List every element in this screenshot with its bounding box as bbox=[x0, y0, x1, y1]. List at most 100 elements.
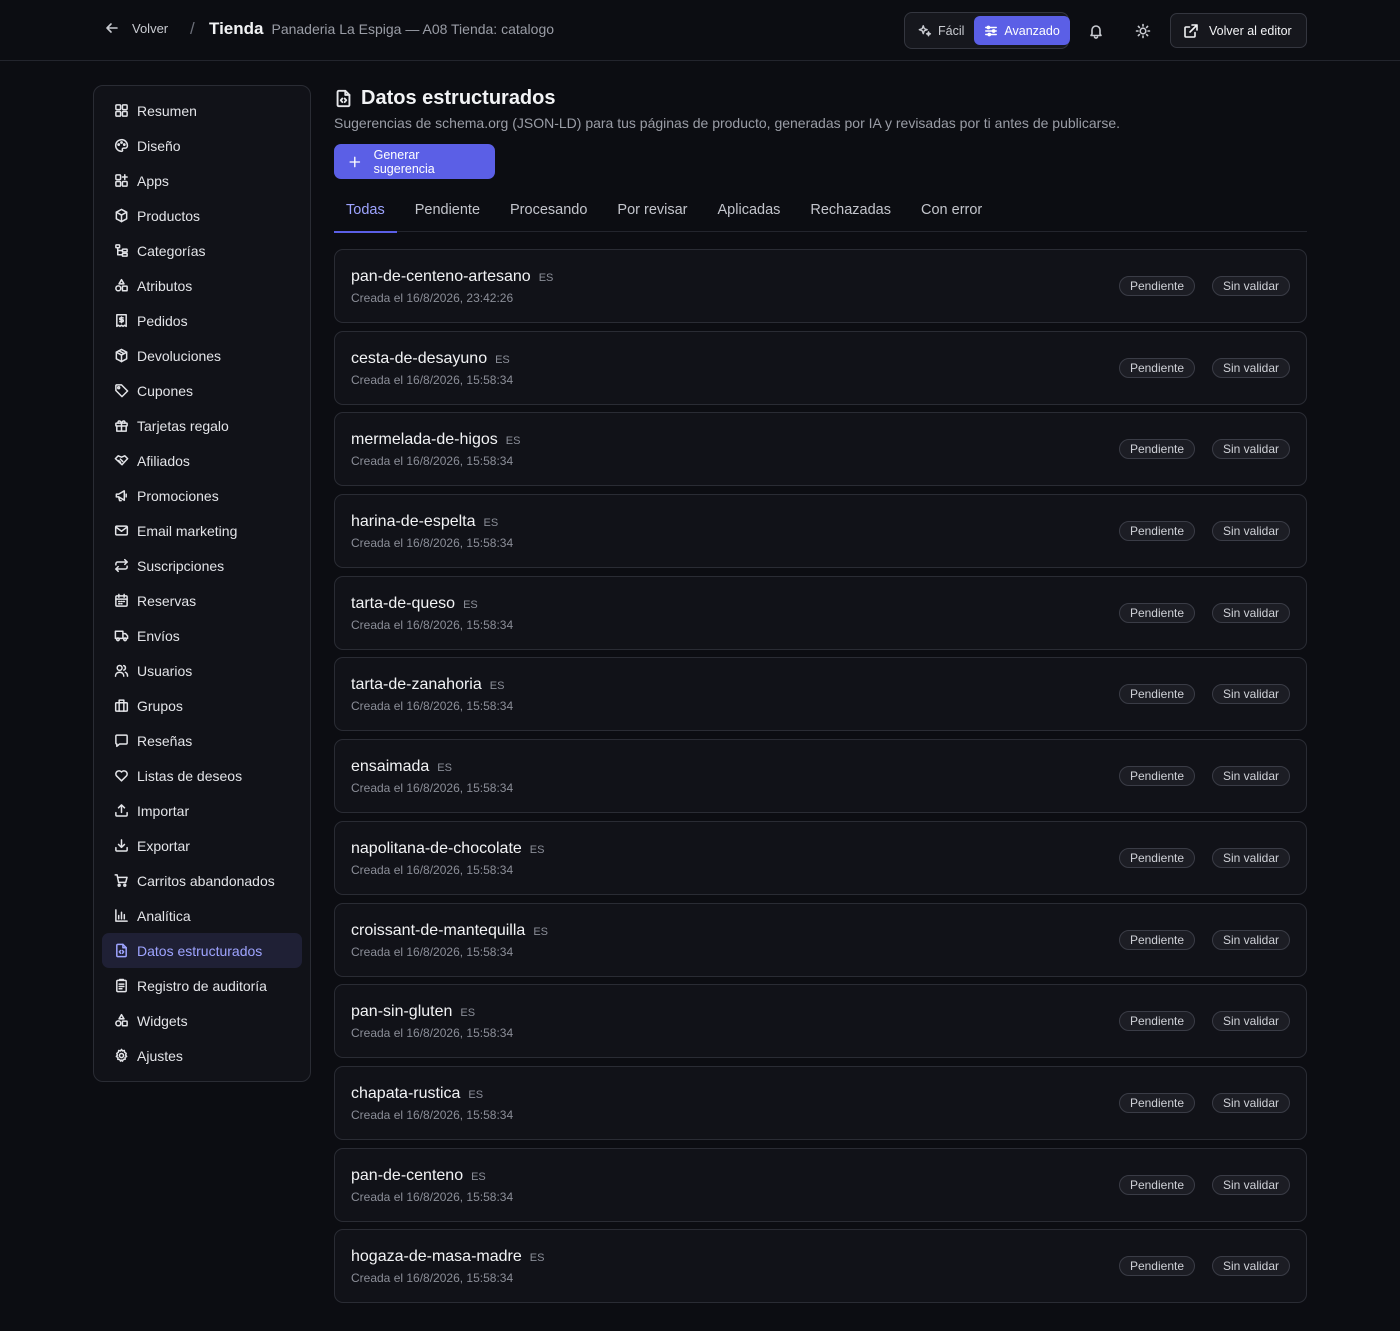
sidebar-item-analitica[interactable]: Analítica bbox=[102, 898, 302, 933]
sidebar-item-reservas[interactable]: Reservas bbox=[102, 583, 302, 618]
sidebar-item-cupones[interactable]: Cupones bbox=[102, 373, 302, 408]
status-badge: Pendiente bbox=[1118, 602, 1195, 623]
download-icon bbox=[115, 839, 128, 852]
list-item[interactable]: pan-sin-gluten ES Creada el 16/8/2026, 15:… bbox=[334, 984, 1307, 1059]
tab-por-revisar[interactable]: Por revisar bbox=[605, 196, 699, 232]
tab-procesando[interactable]: Procesando bbox=[498, 196, 599, 232]
sidebar-item-usuarios[interactable]: Usuarios bbox=[102, 653, 302, 688]
tab-con-error[interactable]: Con error bbox=[909, 196, 994, 232]
sidebar-item-registro-de-auditoria[interactable]: Registro de auditoría bbox=[102, 968, 302, 1003]
sidebar-item-devoluciones[interactable]: Devoluciones bbox=[102, 338, 302, 373]
sidebar-item-grupos[interactable]: Grupos bbox=[102, 688, 302, 723]
list-item[interactable]: chapata-rustica ES Creada el 16/8/2026, 15… bbox=[334, 1065, 1307, 1140]
notifications-button[interactable] bbox=[1079, 14, 1113, 48]
sidebar-item-label: Reservas bbox=[137, 592, 197, 609]
tab-pendiente[interactable]: Pendiente bbox=[403, 196, 492, 232]
sidebar-item-importar[interactable]: Importar bbox=[102, 793, 302, 828]
created-date: Creada el 16/8/2026, 15:58:34 bbox=[351, 1189, 514, 1204]
sidebar-item-label: Usuarios bbox=[137, 662, 193, 679]
list-item[interactable]: tarta-de-queso ES Creada el 16/8/2026, 15:… bbox=[334, 575, 1307, 650]
list-item[interactable]: hogaza-de-masa-madre ES Creada el 16/8/202… bbox=[334, 1229, 1307, 1304]
sidebar-item-productos[interactable]: Productos bbox=[102, 198, 302, 233]
sidebar-item-pedidos[interactable]: Pedidos bbox=[102, 303, 302, 338]
status-badge: Pendiente bbox=[1118, 1174, 1195, 1195]
sidebar-item-suscripciones[interactable]: Suscripciones bbox=[102, 548, 302, 583]
status-badge: Pendiente bbox=[1118, 276, 1195, 296]
sidebar-item-label: Email marketing bbox=[137, 522, 238, 539]
product-slug: pan-sin-gluten bbox=[351, 1003, 453, 1021]
mode-advanced-label: Avanzado bbox=[1004, 23, 1060, 38]
validation-badge: Sin validar bbox=[1211, 1011, 1290, 1032]
sidebar-item-exportar[interactable]: Exportar bbox=[102, 828, 302, 863]
suggestion-title: napolitana-de-chocolate ES bbox=[351, 840, 544, 858]
language-badge: ES bbox=[437, 762, 452, 775]
back-button[interactable]: Volver bbox=[104, 20, 168, 36]
list-item[interactable]: tarta-de-zanahoria ES Creada el 16/8/2026,… bbox=[334, 657, 1307, 732]
list-item[interactable]: croissant-de-mantequilla ES Creada el 16/8… bbox=[334, 902, 1307, 977]
file-code-icon bbox=[116, 943, 127, 958]
language-badge: ES bbox=[463, 598, 478, 611]
language-badge: ES bbox=[538, 272, 554, 284]
suggestion-title: mermelada-de-higos ES bbox=[351, 431, 520, 449]
theme-toggle-button[interactable] bbox=[1126, 14, 1160, 48]
sidebar-item-promociones[interactable]: Promociones bbox=[102, 478, 302, 513]
tab-todas[interactable]: Todas bbox=[334, 196, 397, 233]
validation-badge: Sin validar bbox=[1211, 1174, 1290, 1195]
sidebar-item-diseno[interactable]: Diseño bbox=[102, 128, 302, 163]
sidebar-item-label: Envíos bbox=[137, 627, 180, 644]
status-badge: Pendiente bbox=[1118, 929, 1195, 950]
sidebar-item-afiliados[interactable]: Afiliados bbox=[102, 443, 302, 478]
mode-advanced-button[interactable]: Avanzado bbox=[974, 16, 1070, 45]
sidebar-item-listas-de-deseos[interactable]: Listas de deseos bbox=[102, 758, 302, 793]
sidebar-item-email-marketing[interactable]: Email marketing bbox=[102, 513, 302, 548]
sidebar-item-widgets[interactable]: Widgets bbox=[102, 1003, 302, 1038]
validation-badge: Sin validar bbox=[1211, 847, 1290, 868]
back-to-editor-button[interactable]: Volver al editor bbox=[1170, 13, 1307, 48]
sidebar-item-carritos-abandonados[interactable]: Carritos abandonados bbox=[102, 863, 302, 898]
sidebar-item-label: Afiliados bbox=[137, 452, 190, 469]
suggestion-title: croissant-de-mantequilla ES bbox=[351, 922, 548, 940]
generate-suggestion-button[interactable]: Generar sugerencia bbox=[334, 144, 495, 179]
mode-easy-button[interactable]: Fácil bbox=[908, 16, 974, 45]
tab-rechazadas[interactable]: Rechazadas bbox=[798, 196, 903, 232]
tab-aplicadas[interactable]: Aplicadas bbox=[706, 196, 793, 232]
sidebar-item-label: Ajustes bbox=[137, 1047, 183, 1064]
sidebar-item-atributos[interactable]: Atributos bbox=[102, 268, 302, 303]
suggestion-title: tarta-de-queso ES bbox=[351, 595, 478, 613]
sidebar-item-ajustes[interactable]: Ajustes bbox=[102, 1038, 302, 1073]
created-date: Creada el 16/8/2026, 15:58:34 bbox=[351, 617, 514, 632]
sidebar-item-tarjetas-regalo[interactable]: Tarjetas regalo bbox=[102, 408, 302, 443]
palette-icon bbox=[114, 138, 129, 153]
list-item[interactable]: pan-de-centeno-artesano ES Creada el 16/8/… bbox=[334, 249, 1307, 323]
sidebar-item-apps[interactable]: Apps bbox=[102, 163, 302, 198]
suggestion-title: hogaza-de-masa-madre ES bbox=[351, 1248, 544, 1266]
list-item[interactable]: napolitana-de-chocolate ES Creada el 16/8/… bbox=[334, 820, 1307, 895]
suggestion-title: chapata-rustica ES bbox=[351, 1085, 483, 1103]
external-link-icon bbox=[1184, 23, 1198, 38]
status-badge: Pendiente bbox=[1118, 847, 1195, 868]
sidebar-item-resenas[interactable]: Reseñas bbox=[102, 723, 302, 758]
sidebar-item-label: Atributos bbox=[137, 277, 193, 294]
sidebar-item-label: Devoluciones bbox=[137, 347, 222, 364]
sidebar-item-label: Resumen bbox=[137, 102, 197, 119]
created-date: Creada el 16/8/2026, 15:58:34 bbox=[351, 536, 514, 551]
sparkles-icon bbox=[918, 24, 932, 36]
back-label: Volver bbox=[132, 20, 169, 36]
sidebar-item-envios[interactable]: Envíos bbox=[102, 618, 302, 653]
product-slug: tarta-de-queso bbox=[351, 594, 456, 612]
suggestion-title: tarta-de-zanahoria ES bbox=[351, 676, 504, 694]
sidebar-item-datos-estructurados[interactable]: Datos estructurados bbox=[102, 933, 302, 968]
list-item[interactable]: cesta-de-desayuno ES Creada el 16/8/2026, … bbox=[334, 330, 1307, 405]
main-content: Datos estructurados Sugerencias de schem… bbox=[334, 85, 1307, 1311]
list-item[interactable]: ensaimada ES Creada el 16/8/2026, 15:58:34… bbox=[334, 739, 1307, 814]
language-badge: ES bbox=[489, 680, 505, 693]
sidebar-item-label: Productos bbox=[137, 207, 201, 224]
list-item[interactable]: harina-de-espelta ES Creada el 16/8/2026, … bbox=[334, 494, 1307, 569]
list-item[interactable]: pan-de-centeno ES Creada el 16/8/2026, 15:… bbox=[334, 1147, 1307, 1222]
sidebar-item-categorias[interactable]: Categorías bbox=[102, 233, 302, 268]
app-title: Tienda bbox=[209, 19, 264, 38]
list-item[interactable]: mermelada-de-higos ES Creada el 16/8/2026,… bbox=[334, 412, 1307, 487]
created-date: Creada el 16/8/2026, 15:58:34 bbox=[351, 1107, 514, 1122]
sidebar-item-resumen[interactable]: Resumen bbox=[102, 93, 302, 128]
status-badge: Pendiente bbox=[1118, 357, 1195, 378]
